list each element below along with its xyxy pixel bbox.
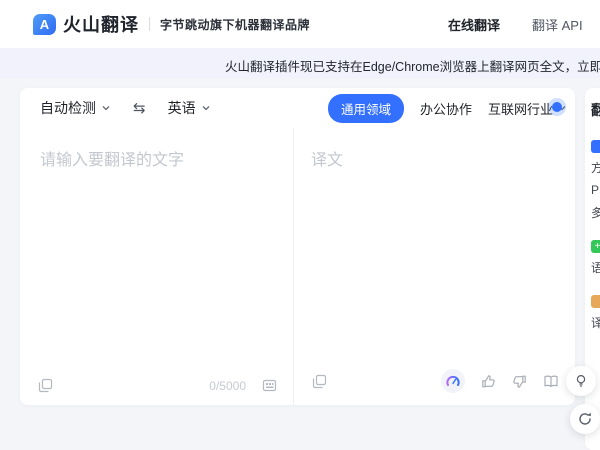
sidebar-line[interactable]: PD bbox=[591, 183, 600, 197]
copy-source-icon[interactable] bbox=[38, 378, 53, 393]
translation-panes: 请输入要翻译的文字 0/5000 译文 bbox=[20, 128, 575, 405]
tab-office-collaboration[interactable]: 办公协作 bbox=[420, 99, 472, 118]
language-bar: 自动检测 ⇆ 英语 bbox=[40, 88, 211, 128]
nav-item-online-translate[interactable]: 在线翻译 bbox=[448, 15, 500, 34]
brand-divider bbox=[149, 17, 150, 31]
thumbs-up-icon[interactable] bbox=[481, 374, 496, 389]
brand-tagline: 字节跳动旗下机器翻译品牌 bbox=[160, 16, 310, 33]
glossary-icon[interactable] bbox=[262, 378, 277, 393]
plugin-promo-banner[interactable]: 火山翻译插件现已支持在Edge/Chrome浏览器上翻译网页全文，立即安装体验吧 bbox=[0, 48, 600, 78]
translator-toolbar: 自动检测 ⇆ 英语 通用领域 办公协作 互联网行业 bbox=[20, 88, 575, 128]
tab-internet-industry-label: 互联网行业 bbox=[488, 99, 553, 118]
quality-score-gauge-icon[interactable] bbox=[441, 369, 465, 393]
blue-dot bbox=[552, 102, 562, 112]
brand[interactable]: A 火山翻译 字节跳动旗下机器翻译品牌 bbox=[33, 11, 310, 37]
dictionary-book-icon[interactable] bbox=[543, 374, 559, 389]
output-text-area: 译文 bbox=[293, 128, 575, 405]
chevron-down-icon bbox=[201, 103, 211, 113]
translator-card: 自动检测 ⇆ 英语 通用领域 办公协作 互联网行业 bbox=[20, 88, 575, 405]
tab-general-domain[interactable]: 通用领域 bbox=[328, 94, 404, 123]
source-language-select[interactable]: 自动检测 bbox=[40, 98, 111, 118]
folder-icon bbox=[591, 295, 600, 308]
browser-plugin-icon bbox=[591, 140, 600, 153]
right-sidebar-panel: 翻 方 PD 多 + 语 译 bbox=[585, 88, 600, 450]
target-language-select[interactable]: 英语 bbox=[168, 98, 211, 118]
char-counter: 0/5000 bbox=[209, 379, 246, 393]
thumbs-down-icon[interactable] bbox=[512, 374, 527, 389]
sidebar-line[interactable]: 多 bbox=[591, 204, 600, 221]
source-text-area[interactable]: 请输入要翻译的文字 0/5000 bbox=[20, 128, 293, 405]
guide-indicator-dot[interactable] bbox=[548, 98, 566, 116]
source-placeholder: 请输入要翻译的文字 bbox=[40, 146, 184, 170]
copy-output-icon[interactable] bbox=[312, 374, 327, 389]
sidebar-title: 翻 bbox=[591, 100, 600, 120]
banner-text: 火山翻译插件现已支持在Edge/Chrome浏览器上翻译网页全文，立即安装体验吧 bbox=[225, 56, 600, 75]
lightbulb-icon bbox=[573, 373, 589, 389]
source-tools: 0/5000 bbox=[209, 378, 277, 393]
output-toolbar bbox=[312, 369, 559, 393]
domain-tabs: 通用领域 办公协作 互联网行业 bbox=[328, 88, 567, 128]
top-header: A 火山翻译 字节跳动旗下机器翻译品牌 在线翻译 翻译 API 视频翻译 bbox=[0, 0, 600, 48]
chevron-down-icon bbox=[101, 103, 111, 113]
sidebar-line[interactable]: 方 bbox=[591, 159, 600, 176]
header-nav: 在线翻译 翻译 API 视频翻译 bbox=[448, 0, 600, 48]
brand-name: 火山翻译 bbox=[63, 11, 139, 37]
sidebar-line[interactable]: 译 bbox=[591, 314, 600, 331]
target-language-label: 英语 bbox=[168, 98, 196, 118]
nav-item-translate-api[interactable]: 翻译 API bbox=[532, 15, 583, 34]
refresh-icon bbox=[577, 411, 593, 427]
source-language-label: 自动检测 bbox=[40, 98, 96, 118]
output-placeholder: 译文 bbox=[311, 146, 343, 170]
sidebar-line[interactable]: 语 bbox=[591, 259, 600, 276]
volcano-translate-logo-icon: A bbox=[33, 14, 56, 35]
add-language-icon: + bbox=[591, 240, 600, 253]
refresh-button[interactable] bbox=[570, 404, 600, 434]
swap-languages-icon[interactable]: ⇆ bbox=[133, 99, 146, 117]
source-toolbar: 0/5000 bbox=[38, 378, 277, 393]
output-tools bbox=[441, 369, 559, 393]
feedback-lightbulb-button[interactable] bbox=[566, 366, 596, 396]
